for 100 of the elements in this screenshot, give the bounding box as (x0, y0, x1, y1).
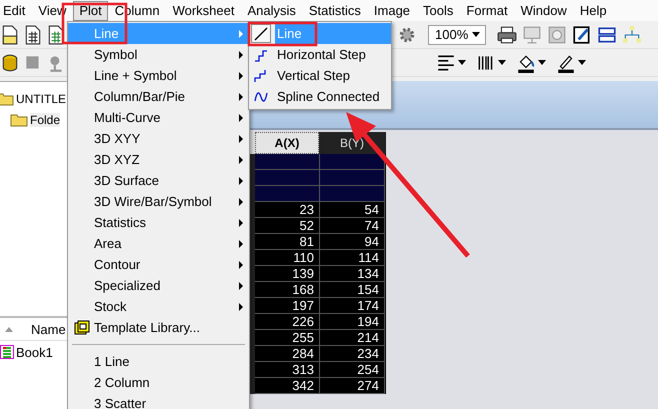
submenu-arrow-icon (239, 114, 243, 122)
table-cell: 110 (255, 250, 320, 266)
menu-item[interactable]: Symbol (68, 44, 249, 65)
table-cell: 214 (320, 330, 385, 346)
menu-item[interactable]: 2 Column (68, 372, 249, 393)
table-cell (255, 170, 320, 186)
submenu-arrow-icon (239, 240, 243, 248)
tree-item[interactable]: UNTITLE (16, 92, 66, 106)
pen-icon[interactable] (556, 52, 576, 72)
table-cell: 154 (320, 282, 385, 298)
menu-item[interactable]: Line + Symbol (68, 65, 249, 86)
table-cell: 313 (255, 362, 320, 378)
document-icon[interactable] (0, 24, 20, 44)
table-cell: 74 (320, 218, 385, 234)
menu-item[interactable]: 3D Surface (68, 170, 249, 191)
menu-item[interactable]: Area (68, 233, 249, 254)
line-plot-icon (253, 26, 269, 42)
table-cell: 168 (255, 282, 320, 298)
submenu-arrow-icon (239, 72, 243, 80)
menu-item[interactable]: 3D XYY (68, 128, 249, 149)
table-cell: 284 (255, 346, 320, 362)
pen-page-icon[interactable] (572, 24, 592, 44)
menu-item[interactable]: Spline Connected (249, 86, 391, 107)
table-cell: 342 (255, 378, 320, 394)
menu-bar-item[interactable]: Statistics (302, 0, 367, 20)
menu-item[interactable]: Specialized (68, 275, 249, 296)
menu-bar-item[interactable]: Format (460, 0, 514, 20)
template-library-icon (74, 320, 90, 336)
sort-arrow-icon (5, 326, 13, 332)
menu-item[interactable]: Contour (68, 254, 249, 275)
menu-item[interactable]: 1 Line (68, 351, 249, 372)
table-cell: 255 (255, 330, 320, 346)
list-item[interactable]: Book1 (16, 344, 53, 360)
caret-icon (472, 32, 480, 37)
database-icon[interactable] (0, 52, 20, 72)
submenu-arrow-icon (239, 177, 243, 185)
menu-bar-item[interactable]: Help (574, 0, 613, 20)
table-cell: 134 (320, 266, 385, 282)
table-cell (255, 154, 320, 170)
submenu-arrow-icon (239, 198, 243, 206)
table-cell (320, 170, 385, 186)
caret-icon[interactable] (538, 60, 546, 65)
table-cell: 234 (320, 346, 385, 362)
menu-item[interactable]: Horizontal Step (249, 44, 391, 65)
submenu-arrow-icon (239, 156, 243, 164)
menu-item[interactable]: Vertical Step (249, 65, 391, 86)
menu-bar-item[interactable]: Worksheet (166, 0, 240, 20)
folder-icon (10, 112, 28, 126)
caret-icon[interactable] (578, 60, 586, 65)
highlight-box (248, 22, 318, 46)
caret-icon[interactable] (458, 60, 466, 65)
hierarchy-icon[interactable] (622, 24, 642, 44)
grid-icon[interactable] (23, 24, 43, 44)
menu-item[interactable]: Statistics (68, 212, 249, 233)
menu-item[interactable]: Multi-Curve (68, 107, 249, 128)
menu-bar-item[interactable]: Plot (73, 0, 108, 20)
menu-item[interactable]: 3D XYZ (68, 149, 249, 170)
menu-item[interactable]: 3D Wire/Bar/Symbol (68, 191, 249, 212)
table-cell: 226 (255, 314, 320, 330)
submenu-arrow-icon (239, 93, 243, 101)
table-cell: 139 (255, 266, 320, 282)
table-cell (255, 186, 320, 202)
submenu-arrow-icon (239, 51, 243, 59)
zoom-value: 100% (435, 27, 468, 42)
column-header[interactable]: A(X) (255, 132, 319, 154)
submenu-arrow-icon (239, 261, 243, 269)
submenu-arrow-icon (239, 282, 243, 290)
table-cell: 174 (320, 298, 385, 314)
table-cell: 23 (255, 202, 320, 218)
submenu-arrow-icon (239, 30, 243, 38)
two-bars-icon[interactable] (597, 24, 617, 44)
table-cell (320, 154, 385, 170)
menu-bar-item[interactable]: Image (368, 0, 416, 20)
zoom-dropdown[interactable]: 100% (428, 24, 486, 44)
submenu-arrow-icon (239, 303, 243, 311)
table-cell (320, 186, 385, 202)
caret-icon[interactable] (498, 60, 506, 65)
submenu-arrow-icon (239, 219, 243, 227)
table-cell: 94 (320, 234, 385, 250)
table-cell: 194 (320, 314, 385, 330)
folder-icon (0, 92, 14, 106)
menu-item[interactable]: Stock (68, 296, 249, 317)
table-cell: 197 (255, 298, 320, 314)
menu-bar-item[interactable]: Window (514, 0, 573, 20)
menu-item[interactable]: Template Library... (68, 317, 249, 338)
menu-item[interactable]: 3 Scatter (68, 393, 249, 409)
table-cell: 52 (255, 218, 320, 234)
menu-bar-item[interactable]: Analysis (241, 0, 302, 20)
menu-bar-item[interactable]: Tools (417, 0, 460, 20)
menu-bar-item[interactable]: Edit (0, 0, 32, 20)
align-left-icon[interactable] (436, 52, 456, 72)
submenu-arrow-icon (239, 135, 243, 143)
column-header[interactable]: Name (31, 322, 66, 336)
table-cell: 54 (320, 202, 385, 218)
printer-icon[interactable] (497, 24, 517, 44)
table-cell: 254 (320, 362, 385, 378)
tree-item[interactable]: Folde (30, 112, 60, 126)
table-cell: 114 (320, 250, 385, 266)
menu-item[interactable]: Column/Bar/Pie (68, 86, 249, 107)
table-cell: 81 (255, 234, 320, 250)
